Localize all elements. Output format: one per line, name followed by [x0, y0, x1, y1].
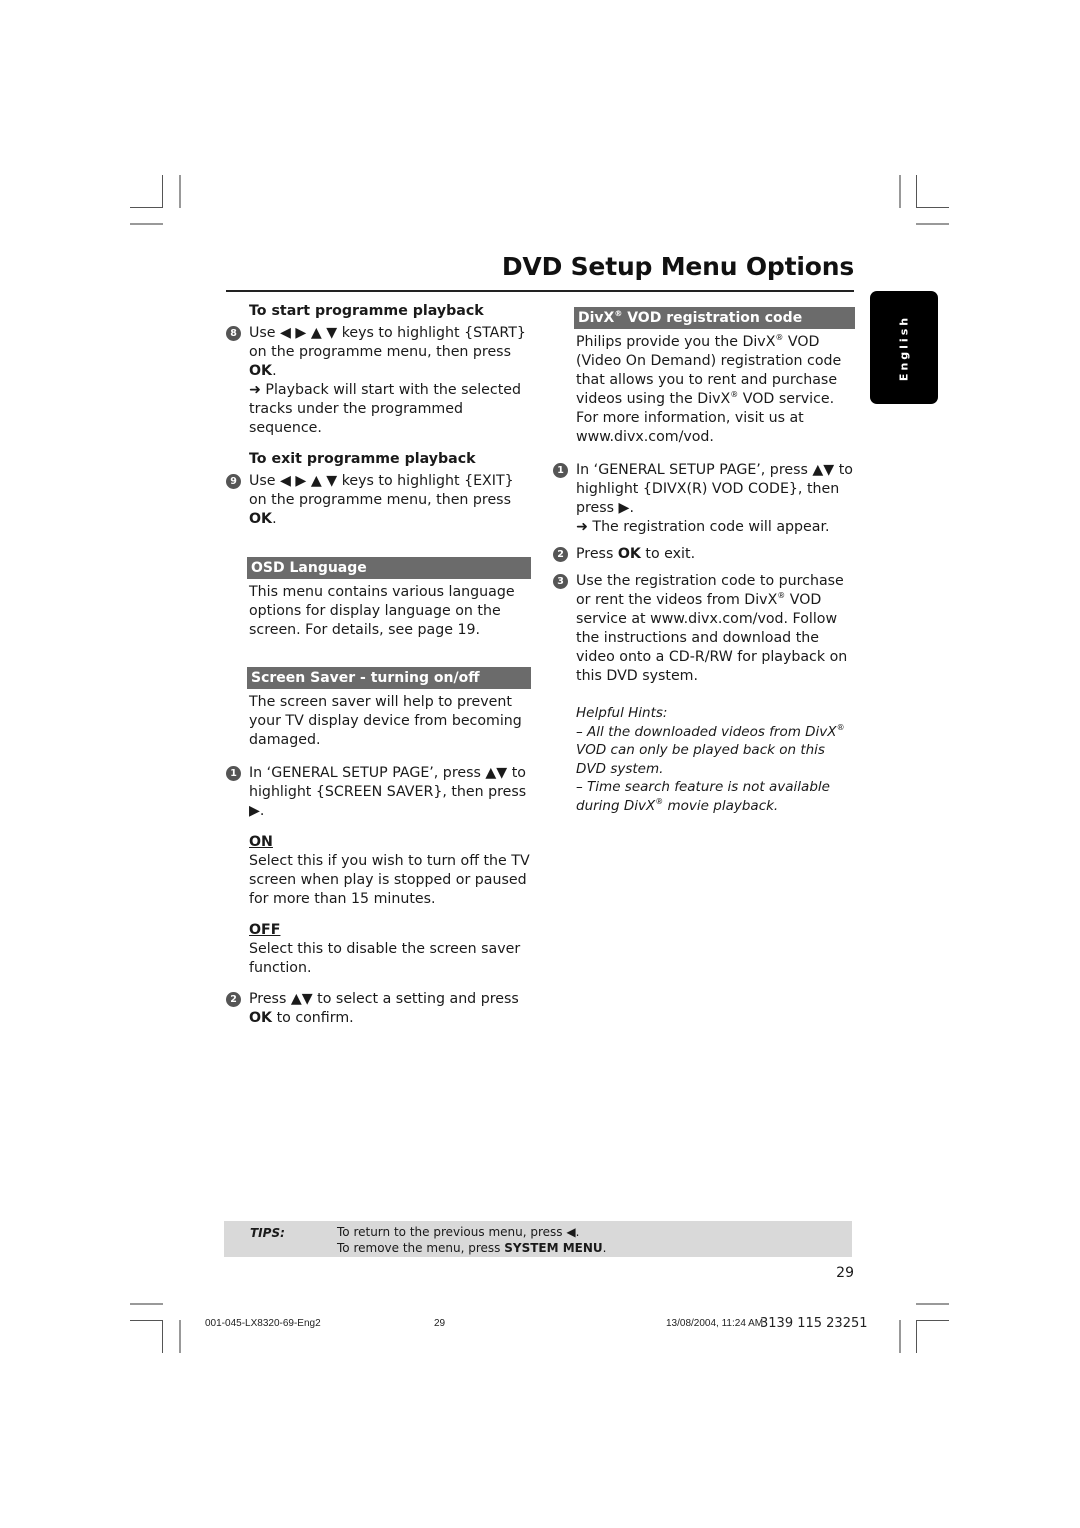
divx-intro-text: Philips provide you the DivX	[576, 334, 776, 350]
step-text-end: to confirm.	[272, 1010, 354, 1026]
language-tab-label: English	[897, 314, 911, 381]
tips-line: To remove the menu, press SYSTEM MENU.	[337, 1240, 606, 1256]
registered-mark: ®	[836, 722, 845, 732]
right-column: DivX® VOD registration code Philips prov…	[553, 307, 855, 815]
tips-line: To return to the previous menu, press ◀.	[337, 1225, 580, 1239]
crop-mark	[130, 1320, 163, 1321]
divx-intro: Philips provide you the DivX® VOD (Video…	[553, 333, 855, 447]
crop-mark	[916, 223, 949, 225]
step-number-badge: 3	[553, 574, 568, 589]
osd-language-body: This menu contains various language opti…	[249, 584, 515, 638]
step-divx-3: 3 Use the registration code to purchase …	[553, 572, 855, 686]
crop-mark	[130, 207, 163, 208]
crop-mark	[916, 175, 917, 208]
page-number: 29	[836, 1265, 854, 1281]
crop-mark	[179, 1320, 181, 1353]
crop-mark	[899, 1320, 901, 1353]
crop-mark	[916, 1320, 949, 1321]
crop-mark	[899, 175, 901, 208]
step-text: Press ▲▼ to select a setting and press	[249, 991, 519, 1007]
step-screen-saver-2: 2 Press ▲▼ to select a setting and press…	[226, 990, 531, 1028]
step-text: Press	[576, 546, 618, 562]
title-divider	[226, 290, 854, 292]
hint-item: – All the downloaded videos from DivX® V…	[576, 723, 855, 779]
left-column: To start programme playback 8 Use ◀ ▶ ▲ …	[226, 302, 531, 1028]
ok-key-label: OK	[249, 511, 273, 527]
step-number-badge: 9	[226, 474, 241, 489]
step-result: ➜ Playback will start with the selected …	[249, 382, 521, 436]
divx-heading-text: DivX	[578, 310, 615, 326]
hint-text: movie playback.	[663, 797, 779, 814]
crop-mark	[916, 1303, 949, 1305]
system-menu-key-label: SYSTEM MENU	[504, 1241, 603, 1255]
helpful-hints: Helpful Hints: – All the downloaded vide…	[553, 704, 855, 815]
ok-key-label: OK	[249, 1010, 273, 1026]
screen-saver-section-header: Screen Saver - turning on/off	[247, 667, 531, 689]
step-number-badge: 2	[553, 547, 568, 562]
crop-mark	[162, 1320, 163, 1353]
crop-mark	[916, 1320, 917, 1353]
exit-playback-heading: To exit programme playback	[249, 451, 476, 467]
hint-item: – Time search feature is not available d…	[576, 778, 855, 815]
option-on-description: Select this if you wish to turn off the …	[249, 853, 530, 907]
step-text: Use ◀ ▶ ▲ ▼ keys to highlight {START} on…	[249, 325, 526, 360]
step-screen-saver-1: 1 In ‘GENERAL SETUP PAGE’, press ▲▼ to h…	[226, 764, 531, 821]
footer-page: 29	[434, 1318, 446, 1329]
tips-label: TIPS:	[250, 1226, 285, 1240]
language-tab: English	[870, 291, 938, 404]
tips-text: To remove the menu, press	[337, 1241, 505, 1255]
ok-key-label: OK	[249, 363, 273, 379]
tips-text-end: .	[602, 1241, 607, 1255]
step-number-badge: 2	[226, 992, 241, 1007]
screen-saver-body: The screen saver will help to prevent yo…	[249, 694, 522, 748]
footer-product-code: 3139 115 23251	[760, 1316, 868, 1331]
tips-box: TIPS: To return to the previous menu, pr…	[224, 1221, 852, 1257]
step-number-badge: 1	[553, 463, 568, 478]
footer-timestamp: 13/08/2004, 11:24 AM	[666, 1318, 764, 1329]
divx-heading-text-end: VOD registration code	[622, 310, 803, 326]
step-text-end: .	[272, 363, 277, 379]
step-text: Use ◀ ▶ ▲ ▼ keys to highlight {EXIT} on …	[249, 473, 514, 508]
crop-mark	[179, 175, 181, 208]
hint-text: VOD can only be played back on this DVD …	[576, 742, 825, 777]
helpful-hints-title: Helpful Hints:	[576, 705, 668, 721]
option-off-description: Select this to disable the screen saver …	[249, 941, 521, 976]
step-divx-1: 1 In ‘GENERAL SETUP PAGE’, press ▲▼ to h…	[553, 461, 855, 537]
step-result: ➜ The registration code will appear.	[576, 519, 830, 535]
option-off-label: OFF	[249, 922, 281, 938]
step-number-badge: 1	[226, 766, 241, 781]
option-on-label: ON	[249, 834, 273, 850]
footer-file-name: 001-045-LX8320-69-Eng2	[205, 1318, 321, 1329]
crop-mark	[162, 175, 163, 208]
start-playback-heading: To start programme playback	[249, 303, 484, 319]
divx-section-header: DivX® VOD registration code	[574, 307, 855, 329]
step-exit-playback: 9 Use ◀ ▶ ▲ ▼ keys to highlight {EXIT} o…	[226, 472, 531, 529]
osd-language-section-header: OSD Language	[247, 557, 531, 579]
step-number-badge: 8	[226, 326, 241, 341]
step-divx-2: 2 Press OK to exit.	[553, 545, 855, 564]
crop-mark	[130, 1303, 163, 1305]
hint-text: – All the downloaded videos from DivX	[576, 723, 837, 740]
step-text-end: .	[272, 511, 277, 527]
page-title: DVD Setup Menu Options	[501, 252, 854, 281]
step-text: In ‘GENERAL SETUP PAGE’, press ▲▼ to hig…	[576, 462, 853, 516]
crop-mark	[916, 207, 949, 208]
step-text-end: to exit.	[640, 546, 696, 562]
crop-mark	[130, 223, 163, 225]
ok-key-label: OK	[617, 546, 641, 562]
step-text: In ‘GENERAL SETUP PAGE’, press ▲▼ to hig…	[249, 765, 527, 819]
step-start-playback: 8 Use ◀ ▶ ▲ ▼ keys to highlight {START} …	[226, 324, 531, 438]
